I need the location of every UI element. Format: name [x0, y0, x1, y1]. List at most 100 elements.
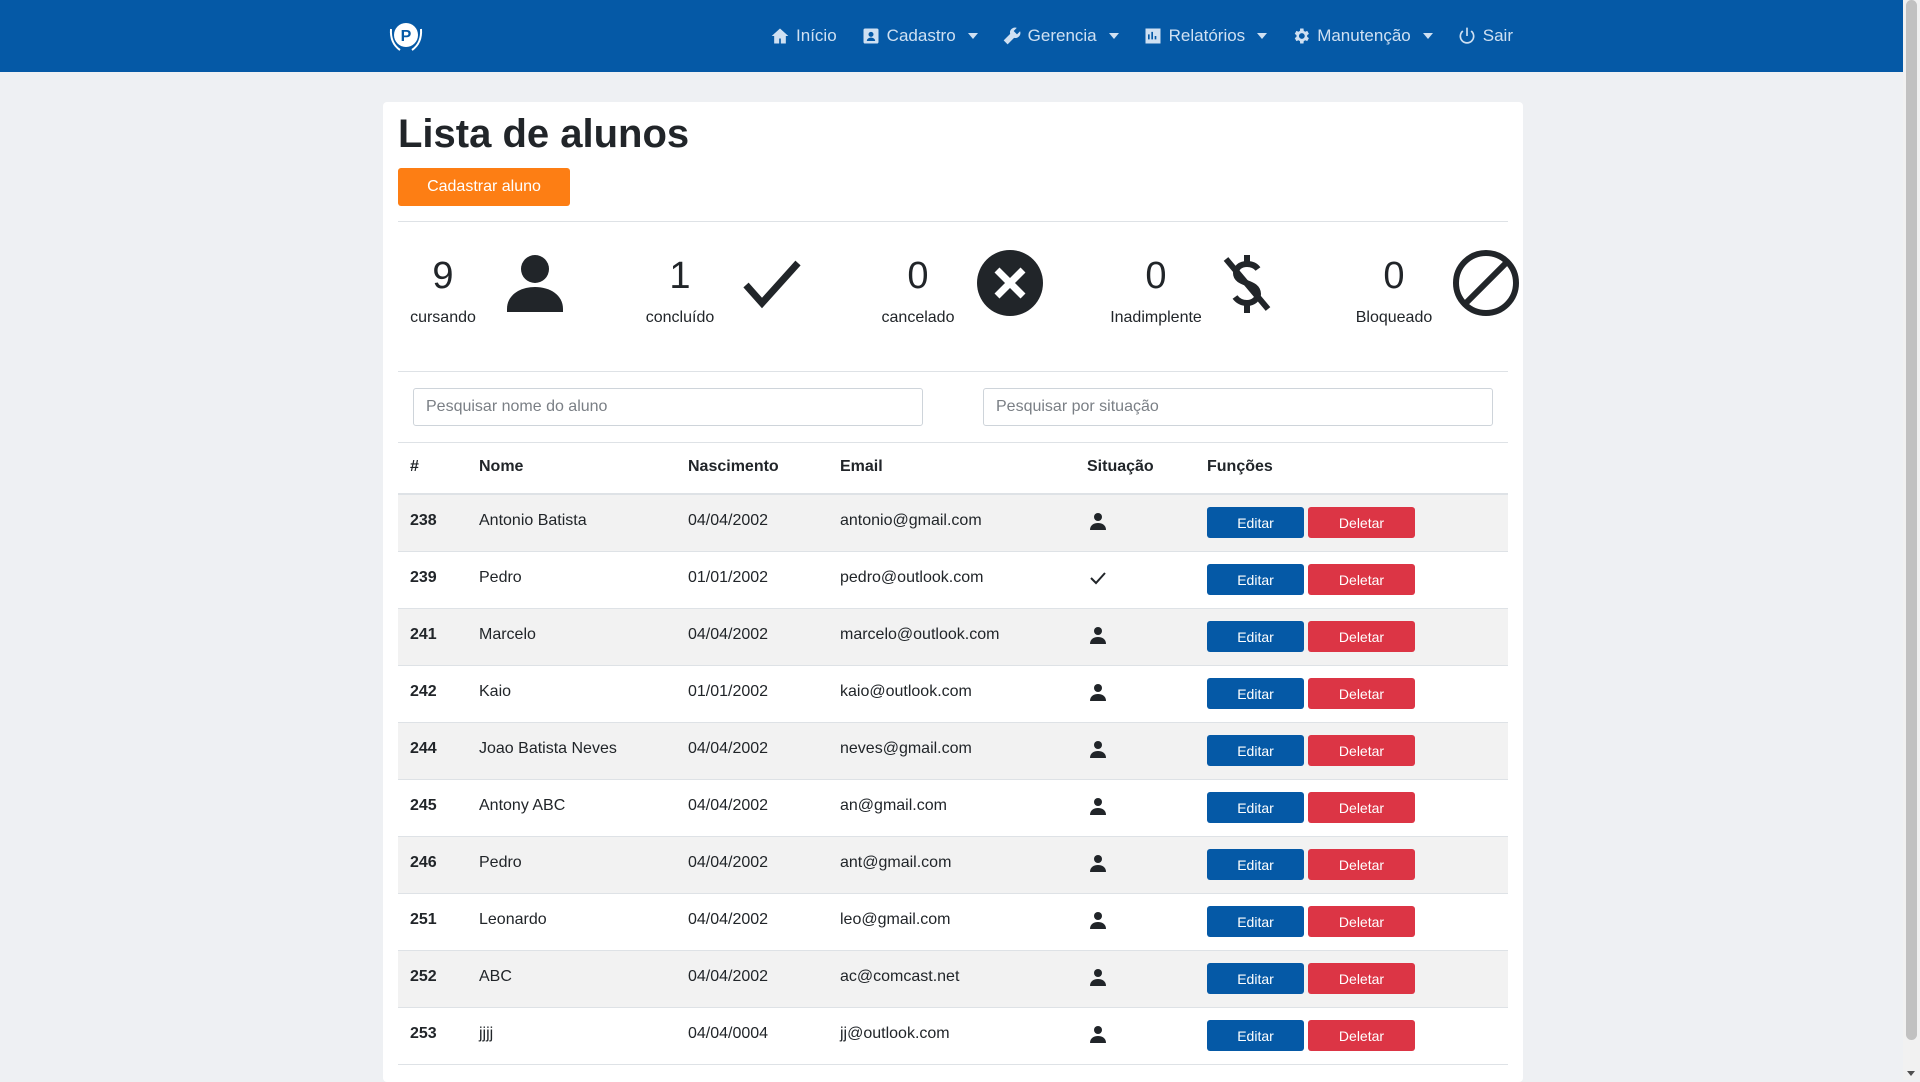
scrollbar[interactable]	[1903, 0, 1920, 1080]
stat-count: 1	[669, 255, 691, 297]
cell-id: 238	[410, 512, 437, 529]
cell-email: ac@comcast.net	[840, 968, 960, 985]
delete-button[interactable]: Deletar	[1308, 678, 1415, 709]
search-status-input[interactable]	[983, 388, 1493, 426]
chevron-down-icon	[1108, 33, 1119, 39]
table-row: 238 Antonio Batista 04/04/2002 antonio@gmai…	[398, 495, 1508, 552]
nav-item-sair[interactable]: Sair	[1457, 26, 1513, 46]
cell-id: 245	[410, 797, 437, 814]
search-name-input[interactable]	[413, 388, 923, 426]
nav-item-gerencia[interactable]: Gerencia	[1002, 26, 1119, 46]
cell-nome: Leonardo	[479, 911, 547, 928]
edit-button[interactable]: Editar	[1207, 564, 1304, 595]
nav-item-label: Sair	[1482, 26, 1513, 45]
nav-item-relatorios[interactable]: Relatórios	[1143, 26, 1268, 46]
edit-button[interactable]: Editar	[1207, 792, 1304, 823]
divider	[398, 371, 1508, 372]
table-row: 241 Marcelo 04/04/2002 marcelo@outlook.com E…	[398, 609, 1508, 666]
cell-id: 242	[410, 683, 437, 700]
stat-label: Inadimplente	[1110, 309, 1202, 326]
cell-email: pedro@outlook.com	[840, 569, 984, 586]
logo-icon[interactable]: P	[387, 19, 425, 53]
no-dollar-icon	[1223, 255, 1271, 313]
table-row: 251 Leonardo 04/04/2002 leo@gmail.com Editar…	[398, 894, 1508, 951]
nav-item-manutencao[interactable]: Manutenção	[1291, 26, 1433, 46]
column-header-situacao: Situação	[1087, 458, 1154, 475]
cell-email: antonio@gmail.com	[840, 512, 982, 529]
column-header-email: Email	[840, 458, 883, 475]
user-icon	[1088, 910, 1108, 930]
column-header-funcoes: Funções	[1207, 458, 1273, 475]
delete-button[interactable]: Deletar	[1308, 735, 1415, 766]
edit-button[interactable]: Editar	[1207, 621, 1304, 652]
cell-nome: Marcelo	[479, 626, 536, 643]
cell-nascimento: 04/04/0004	[688, 1025, 769, 1042]
cell-id: 251	[410, 911, 437, 928]
delete-button[interactable]: Deletar	[1308, 564, 1415, 595]
edit-button[interactable]: Editar	[1207, 678, 1304, 709]
cell-email: neves@gmail.com	[840, 740, 972, 757]
scrollbar-thumb[interactable]	[1906, 0, 1917, 1040]
delete-button[interactable]: Deletar	[1308, 963, 1415, 994]
cell-nascimento: 04/04/2002	[688, 911, 769, 928]
power-icon	[1459, 27, 1475, 44]
delete-button[interactable]: Deletar	[1308, 621, 1415, 652]
cell-email: marcelo@outlook.com	[840, 626, 1000, 643]
stat-bloqueado: 0 Bloqueado	[1354, 247, 1574, 347]
block-icon	[1453, 250, 1519, 316]
user-icon	[1088, 796, 1108, 816]
delete-button[interactable]: Deletar	[1308, 792, 1415, 823]
nav-item-label: Relatórios	[1168, 26, 1246, 45]
nav-item-cadastro[interactable]: Cadastro	[861, 26, 978, 46]
nav-item-inicio[interactable]: Início	[770, 26, 837, 46]
cell-id: 252	[410, 968, 437, 985]
stat-label: Bloqueado	[1355, 309, 1433, 326]
add-student-button[interactable]: Cadastrar aluno	[398, 168, 570, 206]
gear-icon	[1294, 28, 1310, 44]
cell-nascimento: 04/04/2002	[688, 626, 769, 643]
cell-email: jj@outlook.com	[840, 1025, 950, 1042]
cell-nome: Antony ABC	[479, 797, 566, 814]
stat-count: 0	[907, 255, 929, 297]
cell-nascimento: 04/04/2002	[688, 854, 769, 871]
edit-button[interactable]: Editar	[1207, 507, 1304, 538]
cell-nascimento: 04/04/2002	[688, 797, 769, 814]
edit-button[interactable]: Editar	[1207, 963, 1304, 994]
stat-cancelado: 0 cancelado	[878, 247, 1098, 347]
user-icon	[1088, 511, 1108, 531]
nav-item-label: Gerencia	[1027, 26, 1097, 45]
stat-label: cancelado	[881, 309, 955, 326]
user-icon	[1088, 967, 1108, 987]
cell-id: 239	[410, 569, 437, 586]
edit-button[interactable]: Editar	[1207, 849, 1304, 880]
table-row: 246 Pedro 04/04/2002 ant@gmail.com Editar Del…	[398, 837, 1508, 894]
delete-button[interactable]: Deletar	[1308, 906, 1415, 937]
delete-button[interactable]: Deletar	[1308, 849, 1415, 880]
delete-button[interactable]: Deletar	[1308, 507, 1415, 538]
id-card-icon	[863, 28, 879, 44]
stat-concluido: 1 concluído	[640, 247, 860, 347]
column-header-nascimento: Nascimento	[688, 458, 779, 475]
delete-button[interactable]: Deletar	[1308, 1020, 1415, 1051]
svg-text:P: P	[401, 28, 412, 45]
cell-nome: Pedro	[479, 854, 522, 871]
user-icon	[1088, 853, 1108, 873]
user-icon	[1088, 739, 1108, 759]
table-body: 238 Antonio Batista 04/04/2002 antonio@gmai…	[398, 495, 1508, 1065]
edit-button[interactable]: Editar	[1207, 1020, 1304, 1051]
scroll-down-arrow-icon[interactable]	[1907, 1071, 1915, 1076]
table-row: 253 jjjj 04/04/0004 jj@outlook.com Editar Del…	[398, 1008, 1508, 1065]
cell-id: 241	[410, 626, 437, 643]
stat-cursando: 9 cursando	[403, 247, 623, 347]
user-icon	[1088, 1024, 1108, 1044]
page-title: Lista de alunos	[398, 112, 690, 156]
table-header: # Nome Nascimento Email Situação Funções	[398, 442, 1508, 495]
cell-nome: jjjj	[479, 1025, 494, 1042]
check-icon	[743, 260, 801, 309]
top-navbar: P Início Cadastro Gerencia Relatórios Ma…	[0, 0, 1903, 72]
cell-nome: Pedro	[479, 569, 522, 586]
edit-button[interactable]: Editar	[1207, 735, 1304, 766]
students-card: Lista de alunos Cadastrar aluno 9 cursan…	[383, 102, 1523, 1082]
edit-button[interactable]: Editar	[1207, 906, 1304, 937]
divider	[398, 221, 1508, 222]
